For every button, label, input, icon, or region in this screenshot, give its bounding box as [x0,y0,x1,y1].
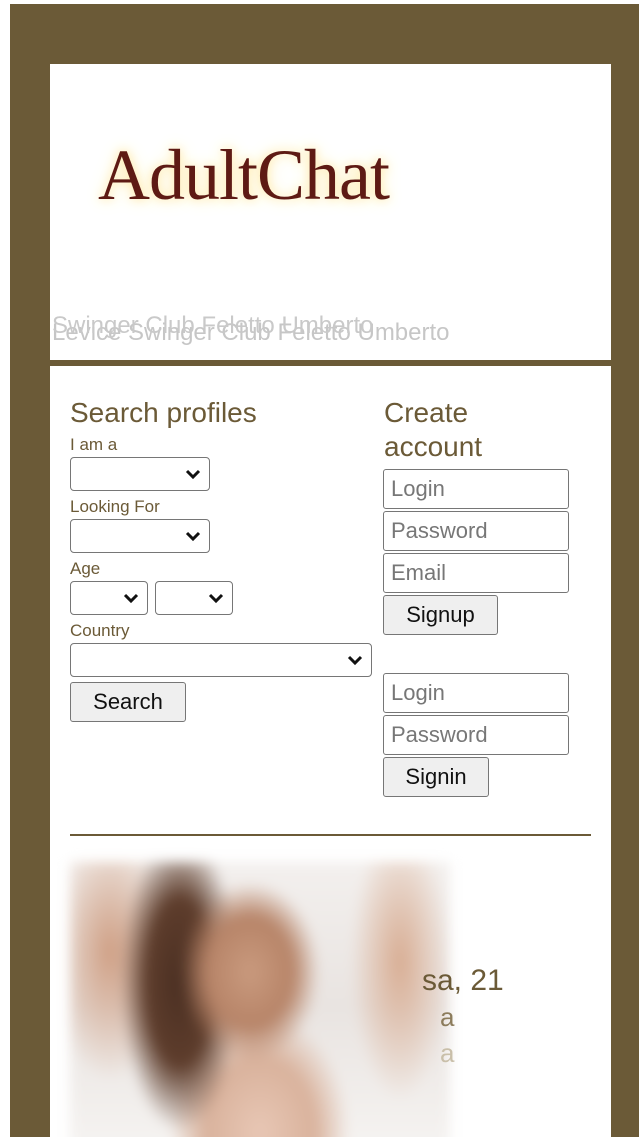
chevron-down-icon [185,469,201,480]
chevron-down-icon [208,593,224,604]
signup-password-field[interactable]: Password [383,511,569,551]
site-tagline: Levice Swinger Club Feletto Umberto Swin… [50,312,611,352]
search-button[interactable]: Search [70,682,186,722]
looking-for-label: Looking For [70,497,160,516]
country-label: Country [70,621,130,640]
create-account-title: Create account [384,397,483,462]
signup-email-field[interactable]: Email [383,553,569,593]
signin-login-field[interactable]: Login [383,673,569,713]
site-header: AdultChat Levice Swinger Club Feletto Um… [50,64,611,360]
search-profiles-title: Search profiles [70,397,257,428]
main-panel: Search profiles I am a Looking For Age C… [50,366,611,1137]
profile-photo[interactable] [70,862,450,1137]
chevron-down-icon [347,655,363,666]
age-label: Age [70,559,101,578]
i-am-label: I am a [70,435,118,454]
chevron-down-icon [185,531,201,542]
site-logo[interactable]: AdultChat [98,134,390,217]
country-select[interactable] [70,643,372,677]
signin-password-field[interactable]: Password [383,715,569,755]
signin-button[interactable]: Signin [383,757,489,797]
signup-login-field[interactable]: Login [383,469,569,509]
profile-subtitle: a [440,1038,455,1068]
looking-for-select[interactable] [70,519,210,553]
profile-name-age[interactable]: sa, 21 [422,964,504,998]
age-from-select[interactable] [70,581,148,615]
profile-location: a [440,1002,455,1032]
i-am-select[interactable] [70,457,210,491]
tagline-front: Swinger Club Feletto Umberto [52,312,374,339]
chevron-down-icon [123,593,139,604]
age-to-select[interactable] [155,581,233,615]
section-divider [70,834,591,836]
signup-button[interactable]: Signup [383,595,498,635]
